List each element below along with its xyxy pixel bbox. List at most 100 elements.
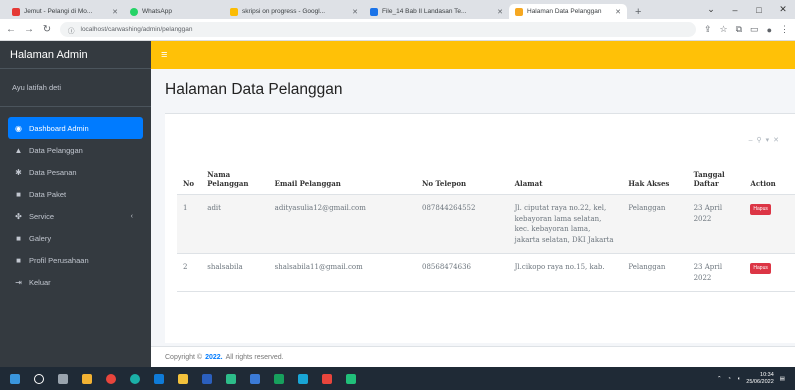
- share-icon[interactable]: ⇪: [704, 24, 712, 35]
- new-tab-button[interactable]: +: [627, 4, 649, 19]
- app-icon[interactable]: [250, 373, 260, 384]
- col-header-alamat: Alamat: [508, 166, 623, 195]
- cell-hak-akses: Pelanggan: [622, 253, 688, 292]
- tab-label: Jemut - Pelangi di Mo...: [24, 8, 93, 15]
- hapus-button[interactable]: Hapus: [750, 263, 771, 274]
- bookmark-star-icon[interactable]: ☆: [720, 24, 728, 35]
- clock[interactable]: 10:34 25/06/2022: [746, 372, 774, 386]
- sidebar-item-data-pesanan[interactable]: ✱ Data Pesanan: [8, 161, 143, 183]
- sidebar-item-data-paket[interactable]: ■ Data Paket: [8, 183, 143, 205]
- cell-telepon: 087844264552: [416, 194, 509, 254]
- app-icon[interactable]: [274, 373, 284, 384]
- page-favicon-icon: [515, 7, 523, 16]
- hapus-button[interactable]: Hapus: [750, 204, 771, 215]
- browser-tab-whatsapp[interactable]: WhatsApp: [124, 4, 224, 19]
- tab-label: Halaman Data Pelanggan: [527, 8, 602, 15]
- back-icon[interactable]: ←: [6, 24, 16, 35]
- app-icon[interactable]: [82, 373, 92, 384]
- close-icon[interactable]: ✕: [773, 137, 783, 144]
- chrome-icon[interactable]: [106, 373, 116, 384]
- notification-icon[interactable]: ▤: [780, 376, 785, 382]
- cell-alamat: Jl. ciputat raya no.22, kel, kebayoran l…: [508, 194, 623, 254]
- footer-prefix: Copyright ©: [165, 353, 203, 361]
- sidebar-item-label: Data Paket: [29, 189, 67, 199]
- extensions-icon[interactable]: ⧉: [736, 24, 742, 35]
- col-header-telepon: No Telepon: [416, 166, 509, 195]
- hamburger-menu-icon[interactable]: ≡: [161, 49, 167, 61]
- sidebar-item-label: Galery: [29, 233, 52, 243]
- browser-tab-active[interactable]: Halaman Data Pelanggan ✕: [509, 4, 627, 19]
- youtube-icon: [12, 7, 20, 16]
- close-icon[interactable]: ✕: [112, 8, 118, 16]
- app-icon[interactable]: [322, 373, 332, 384]
- task-view-icon[interactable]: [58, 373, 68, 384]
- close-icon[interactable]: ✕: [615, 8, 621, 16]
- footer-suffix: All rights reserved.: [225, 353, 284, 361]
- table-row: 2 shalsabila shalsabila11@gmail.com 0856…: [177, 253, 795, 292]
- file-explorer-icon[interactable]: [178, 373, 188, 384]
- mail-icon[interactable]: [154, 373, 164, 384]
- dropdown-icon[interactable]: ▾: [766, 137, 774, 144]
- info-icon[interactable]: ⓘ: [68, 25, 75, 35]
- reload-icon[interactable]: ↻: [42, 24, 52, 35]
- sidepanel-icon[interactable]: ▭: [750, 24, 759, 35]
- forward-icon[interactable]: →: [24, 24, 34, 35]
- browser-tab-strip: Jemut - Pelangi di Mo... ✕ WhatsApp skri…: [0, 0, 795, 19]
- user-name[interactable]: Ayu latifah deti: [0, 69, 151, 107]
- sidebar-item-dashboard-admin[interactable]: ◉ Dashboard Admin: [8, 117, 143, 139]
- url-field[interactable]: ⓘ localhost/carwashing/admin/pelanggan: [60, 22, 696, 37]
- footer-year-link[interactable]: 2022.: [205, 354, 223, 361]
- sidebar-item-profil-perusahaan[interactable]: ■ Profil Perusahaan: [8, 249, 143, 271]
- chevron-left-icon: ‹: [130, 212, 133, 220]
- sidebar-item-label: Profil Perusahaan: [29, 255, 89, 265]
- sidebar-item-galery[interactable]: ■ Galery: [8, 227, 143, 249]
- table-header-row: No Nama Pelanggan Email Pelanggan No Tel…: [177, 166, 795, 195]
- windows-start-icon[interactable]: [10, 373, 20, 384]
- network-icon[interactable]: ◔: [728, 376, 731, 382]
- brand-title[interactable]: Halaman Admin: [0, 41, 151, 69]
- col-header-action: Action: [744, 166, 795, 195]
- sidebar-item-data-pelanggan[interactable]: ▲ Data Pelanggan: [8, 139, 143, 161]
- tray-arrow-icon[interactable]: ⌃: [717, 376, 722, 382]
- browser-tab-drive[interactable]: skripsi on progress - Googl... ✕: [224, 4, 364, 19]
- data-card: –⚲▾✕ No Nama Pelanggan Email Pelanggan N…: [165, 113, 795, 343]
- tab-label: skripsi on progress - Googl...: [242, 8, 326, 15]
- logout-icon: ⇥: [15, 277, 22, 287]
- list-icon: ■: [16, 189, 21, 199]
- edge-icon[interactable]: [130, 373, 140, 384]
- sidebar-menu: ◉ Dashboard Admin ▲ Data Pelanggan ✱ Dat…: [0, 107, 151, 293]
- page-title: Halaman Data Pelanggan: [165, 81, 343, 98]
- drive-icon: [230, 7, 238, 16]
- col-header-tanggal: Tanggal Daftar: [687, 166, 745, 195]
- word-icon[interactable]: [202, 373, 212, 384]
- search-icon[interactable]: [34, 373, 44, 384]
- minimize-icon[interactable]: –: [723, 0, 747, 19]
- cell-action: Hapus: [744, 253, 795, 292]
- sidebar-item-keluar[interactable]: ⇥ Keluar: [8, 271, 143, 293]
- sidebar-item-service[interactable]: ✤ Service ‹: [8, 205, 143, 227]
- palette-icon: ◉: [15, 123, 22, 133]
- store-icon[interactable]: [226, 373, 236, 384]
- maximize-icon[interactable]: □: [747, 0, 771, 19]
- close-icon[interactable]: ✕: [352, 8, 358, 16]
- system-tray: ⌃ ◔ ◖ 10:34 25/06/2022 ▤: [717, 372, 795, 386]
- cell-alamat: Jl.cikopo raya no.15, kab.: [508, 253, 623, 292]
- tab-search-icon[interactable]: ⌄: [699, 0, 723, 19]
- app-icon[interactable]: [346, 373, 356, 384]
- content-wrapper: Halaman Data Pelanggan –⚲▾✕ No Nama Pela…: [151, 69, 795, 367]
- cell-tanggal: 23 April 2022: [687, 194, 745, 254]
- browser-tab-document[interactable]: File_14 Bab II Landasan Te... ✕: [364, 4, 509, 19]
- pelanggan-table: No Nama Pelanggan Email Pelanggan No Tel…: [177, 166, 795, 292]
- browser-tab-music[interactable]: Jemut - Pelangi di Mo... ✕: [6, 4, 124, 19]
- volume-icon[interactable]: ◖: [737, 376, 740, 382]
- close-icon[interactable]: ✕: [497, 8, 503, 16]
- profile-icon[interactable]: ●: [767, 25, 772, 35]
- wrench-icon[interactable]: ⚲: [756, 137, 765, 144]
- close-window-icon[interactable]: ✕: [771, 0, 795, 19]
- sidebar-item-label: Keluar: [29, 277, 51, 287]
- app-icon[interactable]: [298, 373, 308, 384]
- cell-email: adityasulia12@gmail.com: [268, 194, 416, 254]
- menu-icon[interactable]: ⋮: [780, 24, 789, 35]
- table-container: No Nama Pelanggan Email Pelanggan No Tel…: [177, 166, 795, 292]
- col-header-nama: Nama Pelanggan: [201, 166, 269, 195]
